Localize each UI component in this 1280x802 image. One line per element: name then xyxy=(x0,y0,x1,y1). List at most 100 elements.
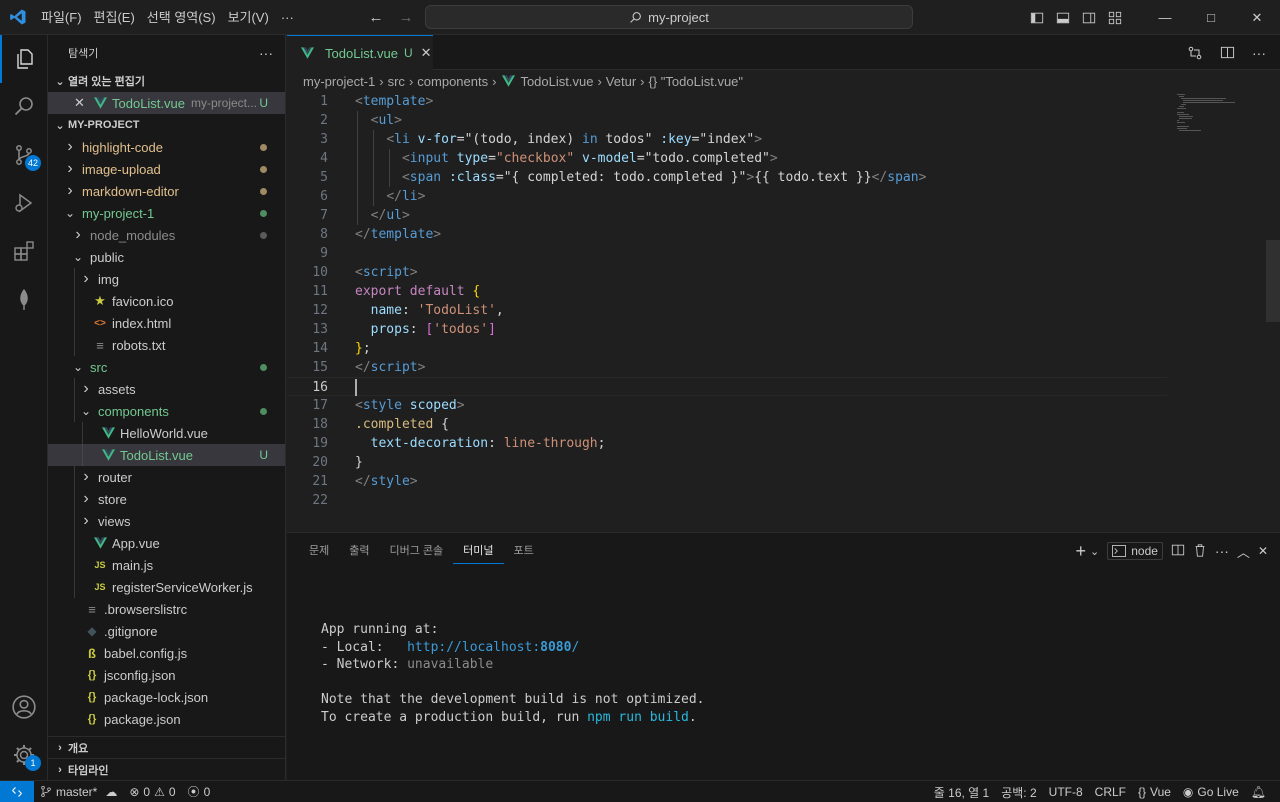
close-window-button[interactable]: ✕ xyxy=(1234,0,1280,35)
tree-folder[interactable]: ⌄ components xyxy=(48,400,285,422)
breadcrumb-item[interactable]: my-project-1 xyxy=(303,74,375,89)
more-actions-icon[interactable]: ··· xyxy=(259,45,273,61)
tree-file[interactable]: <> index.html xyxy=(48,312,285,334)
tree-folder[interactable]: ⌄ src xyxy=(48,356,285,378)
toggle-primary-sidebar-icon[interactable] xyxy=(1024,0,1050,35)
indentation[interactable]: 공백: 2 xyxy=(995,781,1042,802)
tree-folder[interactable]: › img xyxy=(48,268,285,290)
tree-folder[interactable]: › highlight-code xyxy=(48,136,285,158)
breadcrumb-item[interactable]: components xyxy=(417,74,488,89)
local-url-link[interactable]: http://localhost:8080/ xyxy=(407,640,579,655)
tree-folder[interactable]: › views xyxy=(48,510,285,532)
cursor-position[interactable]: 줄 16, 열 1 xyxy=(928,781,995,802)
panel-tab[interactable]: 디버그 콘솔 xyxy=(380,533,454,569)
split-terminal-icon[interactable] xyxy=(1171,543,1185,560)
go-live-button[interactable]: ◉ Go Live xyxy=(1177,781,1245,802)
code-editor[interactable]: 1 <template> 2 <ul> 3 <li v-for="(todo, ind… xyxy=(287,92,1280,532)
timeline-section-header[interactable]: › 타임라인 xyxy=(48,758,286,781)
toggle-panel-icon[interactable] xyxy=(1050,0,1076,35)
terminal-instance[interactable]: node xyxy=(1107,542,1163,560)
tree-folder[interactable]: › node_modules xyxy=(48,224,285,246)
tree-folder[interactable]: › store xyxy=(48,488,285,510)
language-mode[interactable]: {} Vue xyxy=(1132,781,1177,802)
tree-folder[interactable]: › assets xyxy=(48,378,285,400)
tree-file[interactable]: ★ favicon.ico xyxy=(48,290,285,312)
chevron-down-icon: ⌄ xyxy=(64,206,76,220)
menu-item[interactable]: 보기(V) xyxy=(222,0,275,35)
explorer-icon[interactable] xyxy=(0,35,48,83)
more-actions-icon[interactable]: ··· xyxy=(1215,543,1229,559)
panel-tab[interactable]: 포트 xyxy=(504,533,544,569)
menu-item[interactable]: 선택 영역(S) xyxy=(141,0,222,35)
editor-scrollbar[interactable] xyxy=(1266,92,1280,532)
back-arrow-icon[interactable]: ← xyxy=(366,9,386,26)
tree-file[interactable]: HelloWorld.vue xyxy=(48,422,285,444)
minimap[interactable] xyxy=(1175,92,1255,152)
tree-file[interactable]: {} jsconfig.json xyxy=(48,664,285,686)
end-of-line[interactable]: CRLF xyxy=(1089,781,1132,802)
sync-cloud-icon[interactable]: ☁ xyxy=(105,785,117,799)
scrollbar-thumb[interactable] xyxy=(1266,240,1280,322)
tree-file[interactable]: {} package.json xyxy=(48,708,285,730)
panel-tab[interactable]: 터미널 xyxy=(453,538,504,564)
tree-file[interactable]: JS registerServiceWorker.js xyxy=(48,576,285,598)
encoding[interactable]: UTF-8 xyxy=(1043,781,1089,802)
accounts-icon[interactable] xyxy=(0,683,48,731)
split-editor-icon[interactable] xyxy=(1214,35,1240,70)
menu-item[interactable]: 파일(F) xyxy=(35,0,88,35)
manage-gear-icon[interactable]: 1 xyxy=(0,731,48,779)
remote-indicator-icon[interactable] xyxy=(0,780,34,802)
tree-file[interactable]: ≡ .browserslistrc xyxy=(48,598,285,620)
problems-item[interactable]: ⊗ 0 ⚠ 0 xyxy=(123,781,181,802)
run-debug-icon[interactable] xyxy=(0,179,48,227)
breadcrumb-item[interactable]: Vetur xyxy=(606,74,636,89)
open-changes-icon[interactable] xyxy=(1182,35,1208,70)
terminal-output[interactable]: App running at: - Local: http://localhos… xyxy=(321,621,705,727)
command-center-search[interactable]: my-project xyxy=(425,5,913,29)
tree-file[interactable]: {} package-lock.json xyxy=(48,686,285,708)
maximize-panel-icon[interactable]: ︿ xyxy=(1237,542,1250,561)
kill-terminal-trash-icon[interactable] xyxy=(1193,543,1207,560)
panel-tab[interactable]: 출력 xyxy=(339,533,379,569)
panel-tab[interactable]: 문제 xyxy=(299,533,339,569)
git-branch-item[interactable]: master* ☁ xyxy=(34,781,123,802)
close-editor-icon[interactable]: ✕ xyxy=(74,95,92,111)
new-terminal-icon[interactable]: + xyxy=(1075,541,1086,562)
notifications-bell-icon[interactable]: 🔔︎ xyxy=(1245,781,1272,802)
ports-item[interactable]: ⦿ 0 xyxy=(182,781,217,802)
menu-item[interactable]: ··· xyxy=(275,0,300,35)
tree-folder[interactable]: ⌄ my-project-1 xyxy=(48,202,285,224)
close-panel-icon[interactable]: ✕ xyxy=(1258,544,1268,558)
open-editors-section-header[interactable]: ⌄ 열려 있는 편집기 xyxy=(48,70,285,92)
project-section-header[interactable]: ⌄ MY-PROJECT xyxy=(48,114,285,136)
outline-section-header[interactable]: › 개요 xyxy=(48,736,286,759)
tree-folder[interactable]: › router xyxy=(48,466,285,488)
breadcrumb-item[interactable]: TodoList.vue xyxy=(520,74,593,89)
chevron-down-icon[interactable]: ⌄ xyxy=(1090,545,1099,558)
tree-file[interactable]: ß babel.config.js xyxy=(48,642,285,664)
search-icon[interactable] xyxy=(0,83,48,131)
open-editor-todolist[interactable]: ✕ TodoList.vue my-project... U xyxy=(48,92,285,114)
tree-file[interactable]: JS main.js xyxy=(48,554,285,576)
forward-arrow-icon[interactable]: → xyxy=(396,9,416,26)
tree-folder[interactable]: ⌄ public xyxy=(48,246,285,268)
more-actions-icon[interactable]: ··· xyxy=(1246,35,1272,70)
minimize-button[interactable]: — xyxy=(1142,0,1188,35)
mongodb-leaf-icon[interactable] xyxy=(0,275,48,323)
customize-layout-icon[interactable] xyxy=(1102,0,1128,35)
source-control-icon[interactable]: 42 xyxy=(0,131,48,179)
tree-folder[interactable]: › image-upload xyxy=(48,158,285,180)
maximize-button[interactable]: □ xyxy=(1188,0,1234,35)
breadcrumb-item[interactable]: src xyxy=(388,74,405,89)
tree-file[interactable]: ≡ robots.txt xyxy=(48,334,285,356)
toggle-secondary-sidebar-icon[interactable] xyxy=(1076,0,1102,35)
breadcrumb-item[interactable]: {} "TodoList.vue" xyxy=(649,74,744,89)
tree-folder[interactable]: › markdown-editor xyxy=(48,180,285,202)
close-tab-icon[interactable]: ✕ xyxy=(421,45,432,61)
tree-file[interactable]: ◆ .gitignore xyxy=(48,620,285,642)
tree-file[interactable]: TodoList.vue U xyxy=(48,444,285,466)
tree-file[interactable]: App.vue xyxy=(48,532,285,554)
menu-item[interactable]: 편집(E) xyxy=(88,0,141,35)
extensions-icon[interactable] xyxy=(0,227,48,275)
tab-todolist-vue[interactable]: TodoList.vue U ✕ xyxy=(287,35,433,70)
